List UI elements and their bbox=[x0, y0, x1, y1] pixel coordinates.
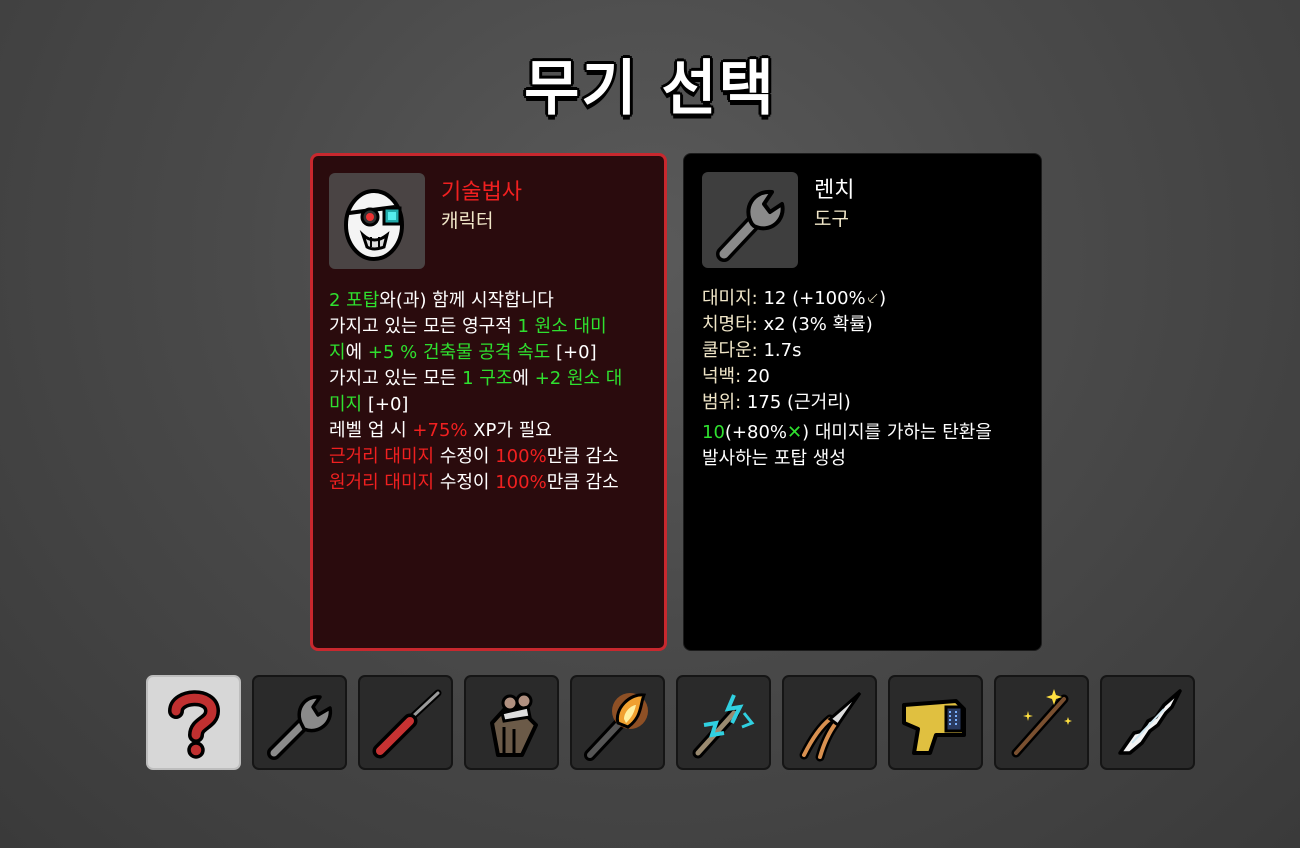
text-segment: 만큼 감소 bbox=[546, 446, 619, 467]
weapon-slot-lightning-rod[interactable] bbox=[676, 675, 771, 770]
description-line: 근거리 대미지 수정이 100%만큼 감소 bbox=[329, 444, 654, 470]
weapon-type: 도구 bbox=[814, 208, 849, 230]
description-line: 지에 +5 % 건축물 공격 속도 [+0] bbox=[329, 340, 654, 366]
text-segment: 원거리 대미지 bbox=[329, 472, 435, 493]
text-segment: [+0] bbox=[550, 342, 597, 363]
text-segment: +2 원소 대 bbox=[534, 368, 623, 389]
screwdriver-icon bbox=[372, 689, 441, 758]
stat-line: 대미지: 12 (+100%⸔) bbox=[702, 286, 1032, 312]
text-segment: 1 원소 대미 bbox=[517, 316, 607, 337]
text-segment: 10 bbox=[702, 422, 725, 443]
text-segment: +5 % 건축물 공격 속도 bbox=[367, 342, 551, 363]
text-segment: 수정이 bbox=[434, 446, 496, 467]
text-segment: ✕ bbox=[787, 422, 803, 443]
weapon-slot-ice-blade[interactable] bbox=[1100, 675, 1195, 770]
taser-icon bbox=[901, 698, 966, 755]
text-segment: 쿨다운: bbox=[702, 340, 758, 361]
character-name: 기술법사 bbox=[441, 180, 522, 205]
text-segment: 가지고 있는 모든 bbox=[329, 368, 463, 389]
text-segment: 치명타: bbox=[702, 314, 758, 335]
character-panel: 기술법사 캐릭터 2 포탑와(과) 함께 시작합니다 가지고 있는 모든 영구적 … bbox=[310, 153, 667, 651]
text-segment: 지 bbox=[329, 342, 346, 363]
text-segment: ⸔ bbox=[865, 288, 880, 309]
character-description: 2 포탑와(과) 함께 시작합니다 가지고 있는 모든 영구적 1 원소 대미 지에… bbox=[329, 288, 654, 496]
text-segment: 가지고 있는 모든 영구적 bbox=[329, 316, 518, 337]
text-segment: 미지 bbox=[329, 394, 363, 415]
mouse-glove-icon bbox=[489, 692, 538, 757]
random-question-icon bbox=[167, 689, 220, 759]
stat-line: 치명타: x2 (3% 확률) bbox=[702, 312, 1032, 338]
effect-line: 발사하는 포탑 생성 bbox=[702, 446, 1032, 472]
text-segment: 100% bbox=[495, 472, 547, 493]
description-line: 레벨 업 시 +75% XP가 필요 bbox=[329, 418, 654, 444]
egg-mage-goggles-icon bbox=[344, 189, 404, 261]
weapon-slot-magic-wand[interactable] bbox=[994, 675, 1089, 770]
description-line: 2 포탑와(과) 함께 시작합니다 bbox=[329, 288, 654, 314]
lightning-rod-icon bbox=[692, 693, 754, 758]
text-segment: 만큼 감소 bbox=[546, 472, 619, 493]
text-segment: 와(과) 함께 시작합니다 bbox=[379, 290, 554, 311]
magic-wand-icon bbox=[1011, 688, 1072, 757]
text-segment: 1.7s bbox=[757, 340, 802, 361]
stat-line: 넉백: 20 bbox=[702, 364, 1032, 390]
weapon-slot-torch[interactable] bbox=[570, 675, 665, 770]
weapon-effect: 10(+80%✕) 대미지를 가하는 탄환을 발사하는 포탑 생성 bbox=[702, 420, 1032, 472]
torch-icon bbox=[583, 692, 648, 761]
weapon-stats: 대미지: 12 (+100%⸔) 치명타: x2 (3% 확률) 쿨다운: 1.7s… bbox=[702, 286, 1032, 416]
text-segment: 범위: bbox=[702, 392, 742, 413]
page-title: 무기 선택 bbox=[524, 54, 776, 124]
text-segment: 에 bbox=[345, 342, 368, 363]
stat-line: 쿨다운: 1.7s bbox=[702, 338, 1032, 364]
weapon-description: 대미지: 12 (+100%⸔) 치명타: x2 (3% 확률) 쿨다운: 1.7s… bbox=[702, 286, 1032, 472]
text-segment: 175 (근거리) bbox=[741, 392, 851, 413]
description-line: 원거리 대미지 수정이 100%만큼 감소 bbox=[329, 470, 654, 496]
weapon-slot-pruning-shears[interactable] bbox=[782, 675, 877, 770]
text-segment: 수정이 bbox=[434, 472, 496, 493]
pruning-shears-icon bbox=[799, 691, 861, 761]
text-segment: 20 bbox=[741, 366, 770, 387]
text-segment: 1 구조 bbox=[462, 368, 513, 389]
character-type: 캐릭터 bbox=[441, 210, 494, 232]
text-segment: 발사하는 포탑 생성 bbox=[702, 448, 846, 469]
text-segment: 넉백: bbox=[702, 366, 742, 387]
text-segment: ) 대미지를 가하는 탄환을 bbox=[802, 422, 992, 443]
weapon-name: 렌치 bbox=[814, 178, 855, 203]
effect-line: 10(+80%✕) 대미지를 가하는 탄환을 bbox=[702, 420, 1032, 446]
weapon-slot-mouse-glove[interactable] bbox=[464, 675, 559, 770]
text-segment: 12 (+100% bbox=[757, 288, 866, 309]
text-segment: (+80% bbox=[724, 422, 788, 443]
weapon-slot-screwdriver[interactable] bbox=[358, 675, 453, 770]
weapon-slot-random[interactable] bbox=[146, 675, 241, 770]
description-line: 미지 [+0] bbox=[329, 392, 654, 418]
character-portrait bbox=[329, 173, 425, 269]
text-segment: 100% bbox=[495, 446, 547, 467]
weapon-slot-wrench[interactable] bbox=[252, 675, 347, 770]
text-segment: +75% bbox=[412, 420, 468, 441]
ice-blade-icon bbox=[1117, 688, 1182, 755]
weapon-portrait bbox=[702, 172, 798, 268]
text-segment: 2 포탑 bbox=[329, 290, 380, 311]
text-segment: x2 (3% 확률) bbox=[757, 314, 873, 335]
text-segment: [+0] bbox=[362, 394, 409, 415]
text-segment: ) bbox=[879, 288, 887, 309]
text-segment: 근거리 대미지 bbox=[329, 446, 435, 467]
text-segment: 대미지: bbox=[702, 288, 758, 309]
wrench-icon bbox=[266, 694, 332, 760]
wrench-icon bbox=[716, 189, 785, 262]
text-segment: XP가 필요 bbox=[467, 420, 552, 441]
text-segment: 레벨 업 시 bbox=[329, 420, 413, 441]
description-line: 가지고 있는 모든 영구적 1 원소 대미 bbox=[329, 314, 654, 340]
stat-line: 범위: 175 (근거리) bbox=[702, 390, 1032, 416]
description-line: 가지고 있는 모든 1 구조에 +2 원소 대 bbox=[329, 366, 654, 392]
weapon-slot-taser[interactable] bbox=[888, 675, 983, 770]
text-segment: 에 bbox=[512, 368, 535, 389]
weapon-panel: 렌치 도구 대미지: 12 (+100%⸔) 치명타: x2 (3% 확률) 쿨다운… bbox=[683, 153, 1042, 651]
